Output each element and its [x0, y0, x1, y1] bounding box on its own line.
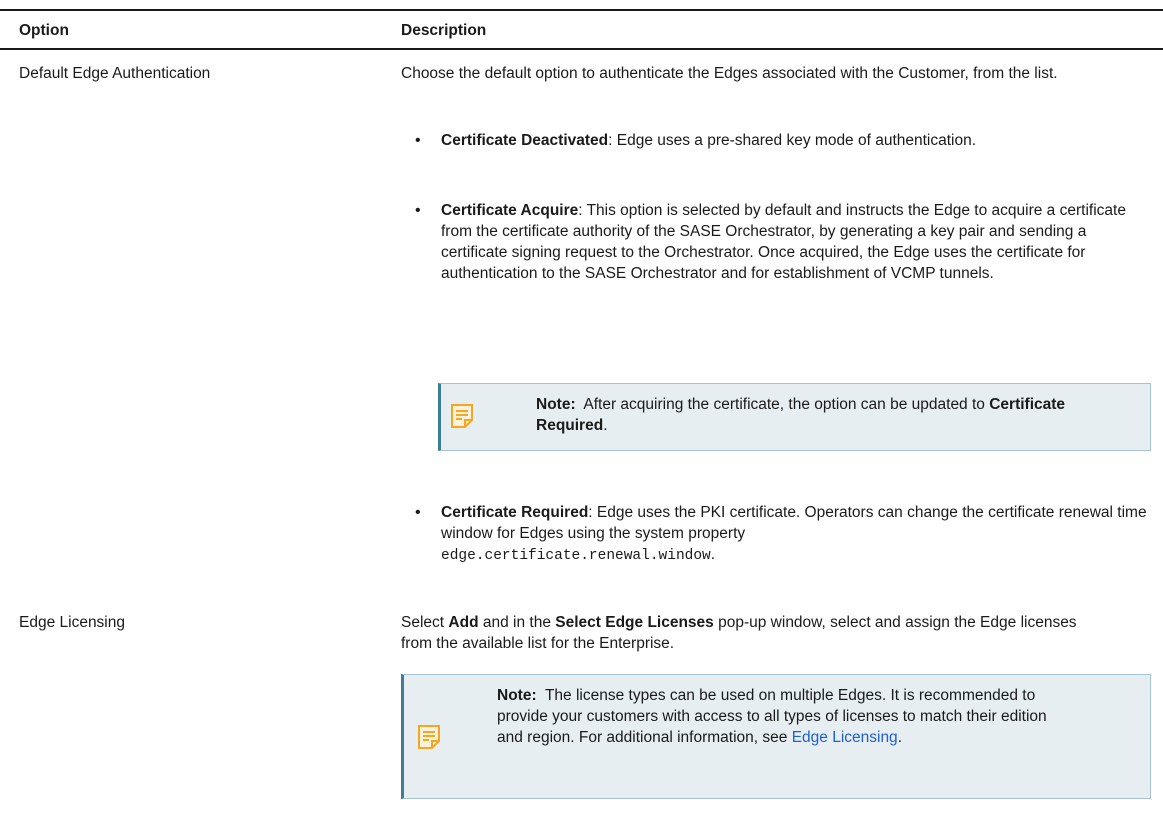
header-description: Description: [401, 22, 487, 39]
note-label: Note:: [497, 687, 537, 704]
note-body: The license types can be used on multipl…: [497, 687, 1047, 746]
bullet-dot: •: [415, 202, 421, 219]
description-text: Select Add and in the Select Edge Licens…: [401, 612, 1101, 654]
bullet-term: Certificate Deactivated: [441, 132, 609, 149]
desc-part: and in the: [482, 614, 551, 631]
bullet-text: Certificate Required: Edge uses the PKI …: [441, 502, 1147, 567]
bullet-dot: •: [415, 504, 421, 521]
note-tail: .: [603, 417, 608, 434]
row-option-default-edge-auth: Default Edge Authentication: [19, 65, 211, 82]
row-description-default-edge-auth: Choose the default option to authenticat…: [401, 63, 1091, 84]
bullet-body: : Edge uses a pre-shared key mode of aut…: [608, 132, 977, 149]
document-page: Option Description Default Edge Authenti…: [0, 0, 1163, 828]
bullet-dot: •: [415, 132, 421, 149]
edge-licensing-link[interactable]: Edge Licensing: [792, 729, 898, 746]
note-text: Note: The license types can be used on m…: [497, 685, 1057, 748]
header-option: Option: [19, 22, 69, 39]
bullet-text: Certificate Deactivated: Edge uses a pre…: [441, 130, 1061, 151]
note-text: Note: After acquiring the certificate, t…: [536, 394, 1136, 436]
desc-bold-add: Add: [448, 614, 479, 631]
note-body: After acquiring the certificate, the opt…: [583, 396, 985, 413]
note-tail: .: [897, 729, 902, 746]
bullet-term: Certificate Required: [441, 504, 589, 521]
table-header-rule: [0, 48, 1163, 50]
desc-bold-select-edge-licenses: Select Edge Licenses: [555, 614, 714, 631]
bullet-text: Certificate Acquire: This option is sele…: [441, 200, 1147, 284]
table-top-rule: [0, 9, 1163, 11]
bullet-tail: .: [710, 546, 716, 563]
description-text: Choose the default option to authenticat…: [401, 65, 1058, 82]
desc-part: Select: [401, 614, 445, 631]
note-icon: [451, 404, 473, 428]
row-description-edge-licensing: Select Add and in the Select Edge Licens…: [401, 612, 1101, 654]
note-box: Note: After acquiring the certificate, t…: [438, 383, 1151, 451]
bullet-term: Certificate Acquire: [441, 202, 579, 219]
note-box: Note: The license types can be used on m…: [401, 674, 1151, 799]
code-property: edge.certificate.renewal.window: [441, 548, 711, 564]
note-icon: [418, 725, 440, 749]
row-option-edge-licensing: Edge Licensing: [19, 614, 125, 631]
note-label: Note:: [536, 396, 576, 413]
